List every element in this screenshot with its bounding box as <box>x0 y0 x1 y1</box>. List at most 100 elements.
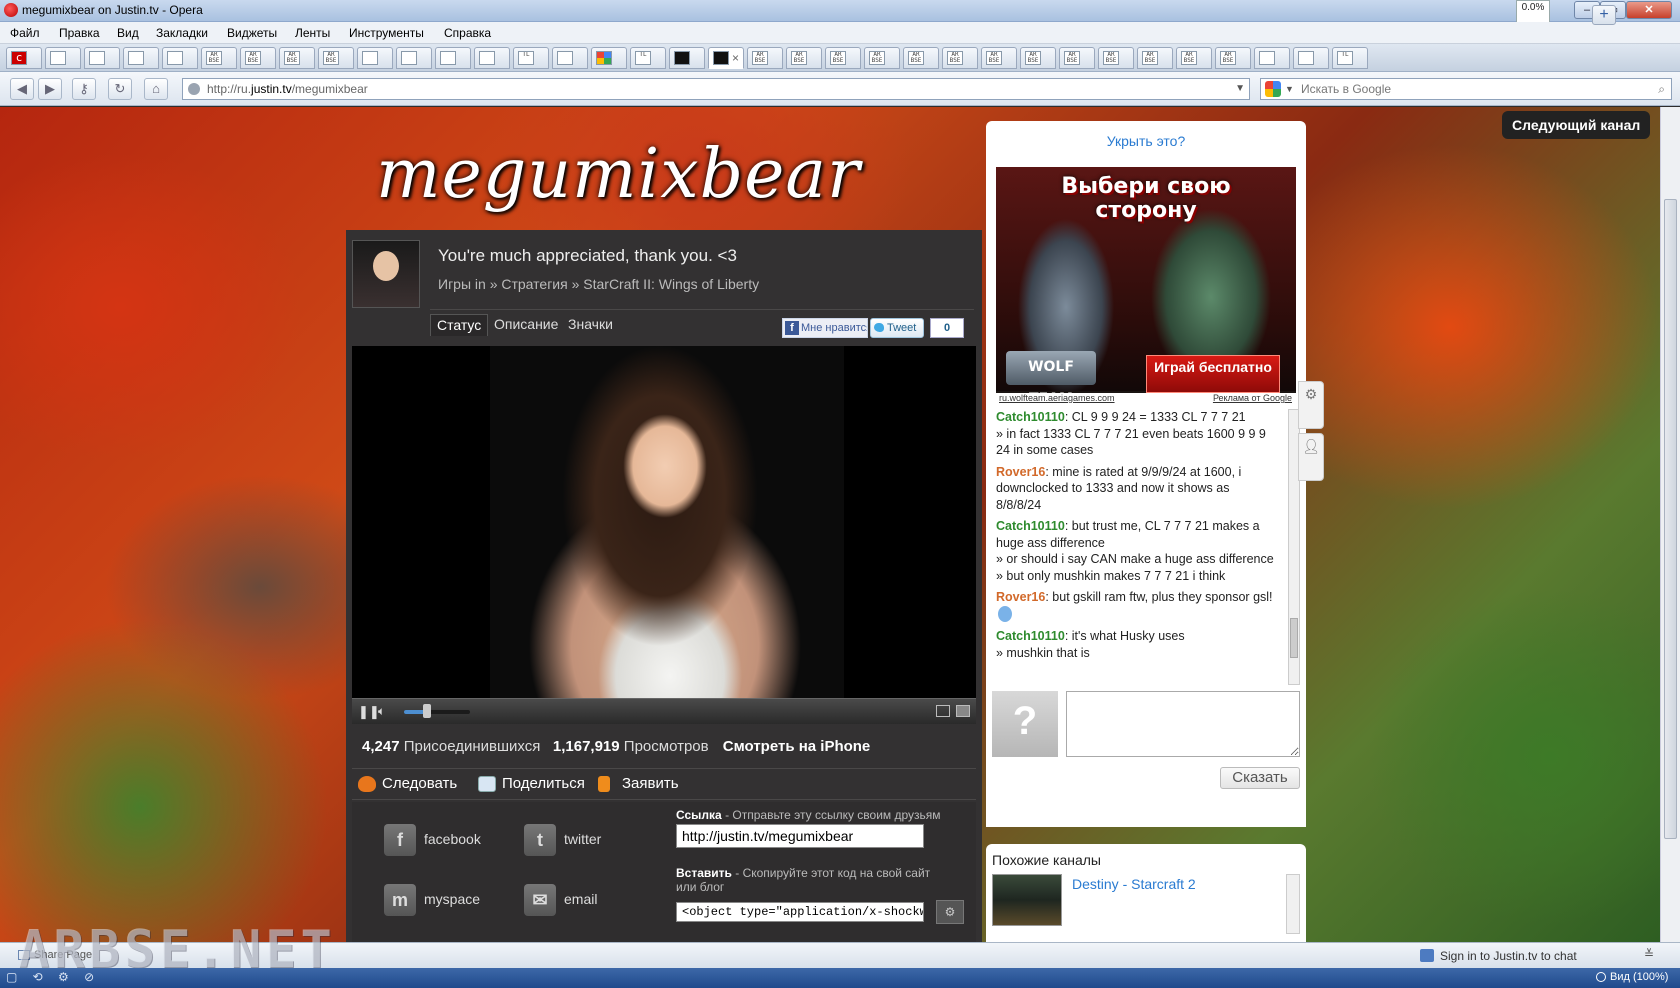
browser-tab[interactable]: AR BSE <box>240 47 276 69</box>
sign-in-to-chat-link[interactable]: Sign in to Justin.tv to chat <box>1420 949 1577 963</box>
steal-this-link[interactable]: Укрыть это? <box>986 133 1306 149</box>
embed-code-input[interactable]: <object type="application/x-shockwave <box>676 902 924 922</box>
zoom-indicator[interactable]: Вид (100%) <box>1596 971 1668 983</box>
url-input[interactable]: http://ru.justin.tv/megumixbear ▼ <box>182 78 1250 100</box>
chat-nick[interactable]: Rover16 <box>996 590 1045 604</box>
forward-button[interactable]: ▶ <box>38 78 62 100</box>
browser-tab[interactable] <box>474 47 510 69</box>
volume-slider[interactable] <box>404 710 470 714</box>
share-facebook-button[interactable]: f facebook <box>384 824 481 856</box>
category-breadcrumb[interactable]: Игры in » Стратегия » StarCraft II: Wing… <box>438 276 759 292</box>
browser-tab[interactable] <box>84 47 120 69</box>
browser-tab[interactable]: c <box>6 47 42 69</box>
browser-tab[interactable] <box>552 47 588 69</box>
menu-tools[interactable]: Инструменты <box>349 26 424 40</box>
browser-tab[interactable]: AR BSE <box>825 47 861 69</box>
similar-channel-link[interactable]: Destiny - Starcraft 2 <box>1072 876 1196 892</box>
browser-tab[interactable] <box>669 47 705 69</box>
volume-icon[interactable]: 🔈︎ <box>378 704 385 719</box>
pause-icon[interactable]: ❚❚ <box>358 704 380 720</box>
share-twitter-button[interactable]: t twitter <box>524 824 601 856</box>
close-window-button[interactable]: ✕ <box>1626 1 1672 19</box>
ad-cta-button[interactable]: Играй бесплатно <box>1146 355 1280 393</box>
ad-by-google-link[interactable]: Реклама от Google <box>1213 393 1292 403</box>
tab-description[interactable]: Описание <box>488 314 564 336</box>
menu-bookmarks[interactable]: Закладки <box>156 26 208 40</box>
facebook-like-button[interactable]: f Мне нравится <box>782 318 868 338</box>
chat-message-input[interactable] <box>1066 691 1300 757</box>
browser-tab[interactable] <box>45 47 81 69</box>
home-button[interactable]: ⌂ <box>144 78 168 100</box>
browser-tab[interactable]: AR BSE <box>1176 47 1212 69</box>
share-button[interactable]: Поделиться <box>478 775 585 792</box>
browser-tab[interactable] <box>435 47 471 69</box>
popout-icon[interactable] <box>936 705 950 717</box>
url-dropdown-icon[interactable]: ▼ <box>1235 79 1245 99</box>
browser-tab[interactable]: TL <box>630 47 666 69</box>
browser-tab[interactable]: AR BSE <box>1137 47 1173 69</box>
reload-button[interactable]: ↻ <box>108 78 132 100</box>
search-engine-dropdown-icon[interactable]: ▼ <box>1285 79 1294 99</box>
chat-scroll-thumb[interactable] <box>1290 618 1298 658</box>
share-link-input[interactable] <box>676 824 924 848</box>
fullscreen-icon[interactable] <box>956 705 970 717</box>
browser-tab[interactable]: AR BSE <box>981 47 1017 69</box>
ad-site-link[interactable]: ru.wolfteam.aeriagames.com <box>999 393 1115 403</box>
menu-feeds[interactable]: Ленты <box>295 26 330 40</box>
browser-tab[interactable]: AR BSE <box>864 47 900 69</box>
browser-tab[interactable]: AR BSE <box>201 47 237 69</box>
chat-users-tool[interactable]: 👤︎ <box>1298 433 1324 481</box>
video-player[interactable] <box>352 346 976 698</box>
chat-nick[interactable]: Catch10110 <box>996 629 1065 643</box>
tab-status[interactable]: Статус <box>430 314 489 336</box>
browser-tab[interactable]: AR BSE <box>747 47 783 69</box>
browser-tab[interactable] <box>1293 47 1329 69</box>
collapse-icon[interactable]: ≚ <box>1644 947 1654 961</box>
browser-tab[interactable] <box>357 47 393 69</box>
new-tab-button[interactable]: + <box>1592 5 1616 25</box>
chat-nick[interactable]: Catch10110 <box>996 410 1065 424</box>
tweet-button[interactable]: Tweet <box>870 318 924 338</box>
wand-key-button[interactable]: ⚷ <box>72 78 96 100</box>
menu-help[interactable]: Справка <box>444 26 491 40</box>
similar-scrollbar[interactable] <box>1286 874 1300 934</box>
tab-badges[interactable]: Значки <box>562 314 619 336</box>
browser-tab[interactable]: AR BSE <box>1215 47 1251 69</box>
watch-on-iphone-link[interactable]: Смотреть на iPhone <box>723 738 870 755</box>
gear-icon[interactable]: ⚙ <box>936 900 964 924</box>
browser-tab[interactable] <box>123 47 159 69</box>
search-icon[interactable]: ⌕ <box>1658 79 1665 99</box>
back-button[interactable]: ◀ <box>10 78 34 100</box>
menu-edit[interactable]: Правка <box>59 26 100 40</box>
browser-tab[interactable]: AR BSE <box>1020 47 1056 69</box>
browser-tab[interactable]: TL <box>1332 47 1368 69</box>
browser-tab[interactable]: AR BSE <box>279 47 315 69</box>
browser-tab[interactable] <box>591 47 627 69</box>
browser-tab[interactable]: AR BSE <box>1059 47 1095 69</box>
browser-tab[interactable]: AR BSE <box>903 47 939 69</box>
chat-settings-tool[interactable]: ⚙ <box>1298 381 1324 429</box>
browser-tab[interactable] <box>162 47 198 69</box>
page-scrollbar[interactable] <box>1660 107 1680 942</box>
browser-tab[interactable]: AR BSE <box>786 47 822 69</box>
similar-channel-thumbnail[interactable] <box>992 874 1062 926</box>
say-button[interactable]: Сказать <box>1220 767 1300 789</box>
share-myspace-button[interactable]: m myspace <box>384 884 480 916</box>
browser-tab[interactable]: TL <box>513 47 549 69</box>
browser-tab[interactable]: × <box>708 47 744 69</box>
close-tab-icon[interactable]: × <box>732 51 739 65</box>
chat-nick[interactable]: Rover16 <box>996 465 1045 479</box>
menu-view[interactable]: Вид <box>117 26 139 40</box>
page-scroll-thumb[interactable] <box>1664 199 1677 839</box>
status-bar-tools[interactable]: ▢ ⟲ ⚙ ⊘ <box>6 970 100 984</box>
report-button[interactable]: Заявить <box>598 775 679 792</box>
browser-tab[interactable] <box>1254 47 1290 69</box>
browser-tab[interactable]: AR BSE <box>1098 47 1134 69</box>
follow-button[interactable]: Следовать <box>358 775 457 792</box>
menu-widgets[interactable]: Виджеты <box>227 26 277 40</box>
next-channel-button[interactable]: Следующий канал <box>1502 111 1651 139</box>
browser-tab[interactable] <box>396 47 432 69</box>
menu-file[interactable]: Файл <box>10 26 40 40</box>
chat-nick[interactable]: Catch10110 <box>996 519 1065 533</box>
share-email-button[interactable]: ✉ email <box>524 884 597 916</box>
